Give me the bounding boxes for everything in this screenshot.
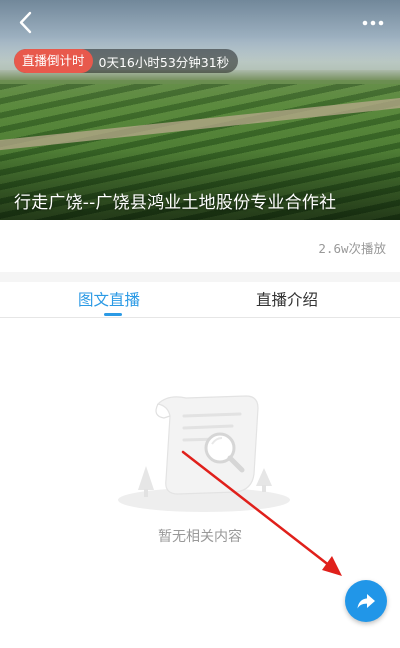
more-dots-icon [362,20,384,26]
empty-document-search-icon [118,395,290,512]
share-arrow-icon [357,594,375,609]
back-button[interactable] [12,8,42,38]
live-title: 行走广饶--广饶县鸿业土地股份专业合作社 [14,193,337,213]
countdown-tag: 直播倒计时 [14,49,93,73]
countdown-badge: 直播倒计时 0天16小时53分钟31秒 [14,49,239,73]
tab-bar: 图文直播 直播介绍 [0,282,400,318]
tab-photo-text-live[interactable]: 图文直播 [78,288,140,310]
stats-bar: 2.6w次播放 [0,220,400,272]
view-count: 2.6w次播放 [318,241,386,256]
tab-live-intro[interactable]: 直播介绍 [256,288,318,310]
content-area: 暂无相关内容 [0,318,400,648]
tab-active-indicator [104,313,122,316]
share-button[interactable] [345,580,387,622]
more-button[interactable] [358,8,388,38]
back-arrow-icon [19,11,32,34]
countdown-time: 0天16小时53分钟31秒 [98,54,230,70]
cover-image [0,0,400,220]
empty-message: 暂无相关内容 [158,529,242,545]
